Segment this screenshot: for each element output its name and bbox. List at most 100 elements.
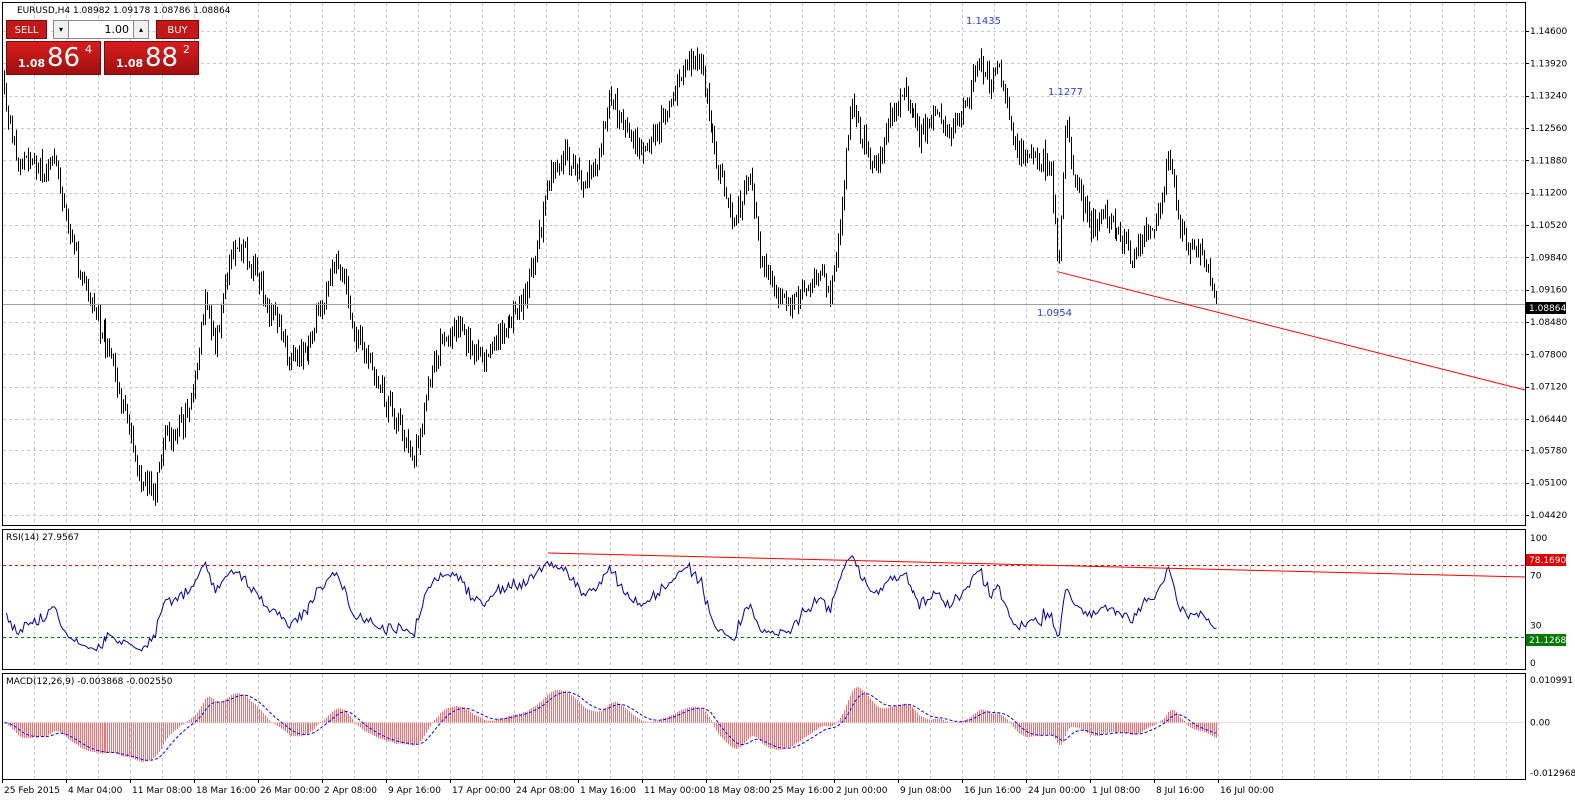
candle xyxy=(812,278,813,294)
candle xyxy=(607,107,608,132)
candle xyxy=(30,152,31,170)
candle xyxy=(211,305,212,341)
candle xyxy=(929,118,930,129)
price-tick-label: 1.04420 xyxy=(1530,511,1567,521)
sell-button[interactable]: SELL xyxy=(6,20,47,39)
candle xyxy=(796,291,797,297)
candle xyxy=(72,229,73,243)
buy-price-prefix: 1.08 xyxy=(116,57,144,70)
candle xyxy=(1130,240,1131,265)
candle xyxy=(1162,192,1163,214)
candle xyxy=(312,330,313,345)
candle xyxy=(718,164,719,181)
candle xyxy=(595,158,596,177)
candle xyxy=(1150,225,1151,240)
candle xyxy=(1200,243,1201,266)
candle xyxy=(1210,258,1211,287)
candle xyxy=(961,111,962,128)
candle xyxy=(1180,214,1181,239)
candle xyxy=(344,268,345,285)
candle xyxy=(199,347,200,371)
candle xyxy=(129,414,130,435)
candle xyxy=(587,172,588,189)
candle xyxy=(269,298,270,327)
candle xyxy=(551,159,552,191)
candle xyxy=(310,331,311,348)
chart-area[interactable]: 100 70 30 0 0.010991 0.00 -0.012968 1.14600 1.… xyxy=(0,0,1575,802)
candle xyxy=(119,381,120,395)
candle xyxy=(366,348,367,364)
candle xyxy=(1091,210,1092,243)
candle xyxy=(509,314,510,328)
candle xyxy=(1115,208,1116,240)
candle xyxy=(1206,259,1207,273)
candle xyxy=(571,165,572,176)
candle xyxy=(1077,174,1078,191)
lot-increase-icon[interactable]: ▴ xyxy=(133,20,149,39)
price-tick-label: 1.06440 xyxy=(1530,415,1567,425)
candle xyxy=(462,317,463,332)
candle xyxy=(912,103,913,118)
candle xyxy=(1118,226,1119,235)
price-tick-label: 1.09840 xyxy=(1530,253,1567,263)
candle xyxy=(762,255,763,268)
lot-decrease-icon[interactable]: ▾ xyxy=(53,20,69,39)
candle xyxy=(742,200,743,221)
lot-size-input[interactable] xyxy=(69,20,133,39)
candle xyxy=(360,324,361,346)
sell-price-box[interactable]: 1.08 86 4 xyxy=(6,41,101,75)
candle xyxy=(1011,115,1012,131)
buy-button[interactable]: BUY xyxy=(156,20,199,39)
candle xyxy=(1124,228,1125,255)
time-tick-label: 25 Feb 2015 xyxy=(4,786,60,796)
candle xyxy=(734,217,735,227)
price-tick-label: 1.13920 xyxy=(1530,59,1567,69)
candle xyxy=(307,346,308,361)
candle xyxy=(633,131,634,149)
candle xyxy=(697,47,698,72)
candle xyxy=(181,407,182,423)
time-tick-label: 17 Apr 00:00 xyxy=(452,786,511,796)
candle xyxy=(506,328,507,338)
candle xyxy=(987,61,988,80)
candle xyxy=(623,109,624,130)
time-tick-label: 8 Jul 16:00 xyxy=(1156,786,1205,796)
candle xyxy=(539,219,540,250)
candle xyxy=(175,429,176,441)
candle xyxy=(798,285,799,314)
price-tick-label: 1.10520 xyxy=(1530,221,1567,231)
candle xyxy=(1005,84,1006,104)
candle xyxy=(826,273,827,298)
candle xyxy=(68,208,69,234)
candle xyxy=(436,350,437,372)
candle xyxy=(941,103,942,124)
candle xyxy=(183,414,184,440)
candle xyxy=(681,76,682,82)
candle xyxy=(273,305,274,321)
candle xyxy=(20,158,21,176)
candle xyxy=(66,204,67,221)
candle xyxy=(720,164,721,184)
candle xyxy=(890,102,891,128)
candle xyxy=(88,279,89,302)
buy-price-box[interactable]: 1.08 88 2 xyxy=(104,41,199,75)
sell-price-prefix: 1.08 xyxy=(18,57,46,70)
candle xyxy=(488,353,489,358)
candle xyxy=(153,483,154,501)
time-tick-label: 24 Apr 08:00 xyxy=(516,786,575,796)
candle xyxy=(143,481,144,491)
candle xyxy=(886,123,887,145)
candle xyxy=(472,340,473,356)
rsi-panel[interactable] xyxy=(2,529,1526,670)
time-tick-label: 1 Jul 08:00 xyxy=(1092,786,1141,796)
candle xyxy=(750,173,751,186)
candle xyxy=(601,143,602,158)
candle xyxy=(225,274,226,299)
annotation-high: 1.1435 xyxy=(966,16,1001,27)
candle xyxy=(247,236,248,270)
candle xyxy=(937,109,938,115)
candle xyxy=(874,155,875,169)
candle xyxy=(806,288,807,297)
candle xyxy=(187,398,188,418)
candle xyxy=(336,254,337,274)
